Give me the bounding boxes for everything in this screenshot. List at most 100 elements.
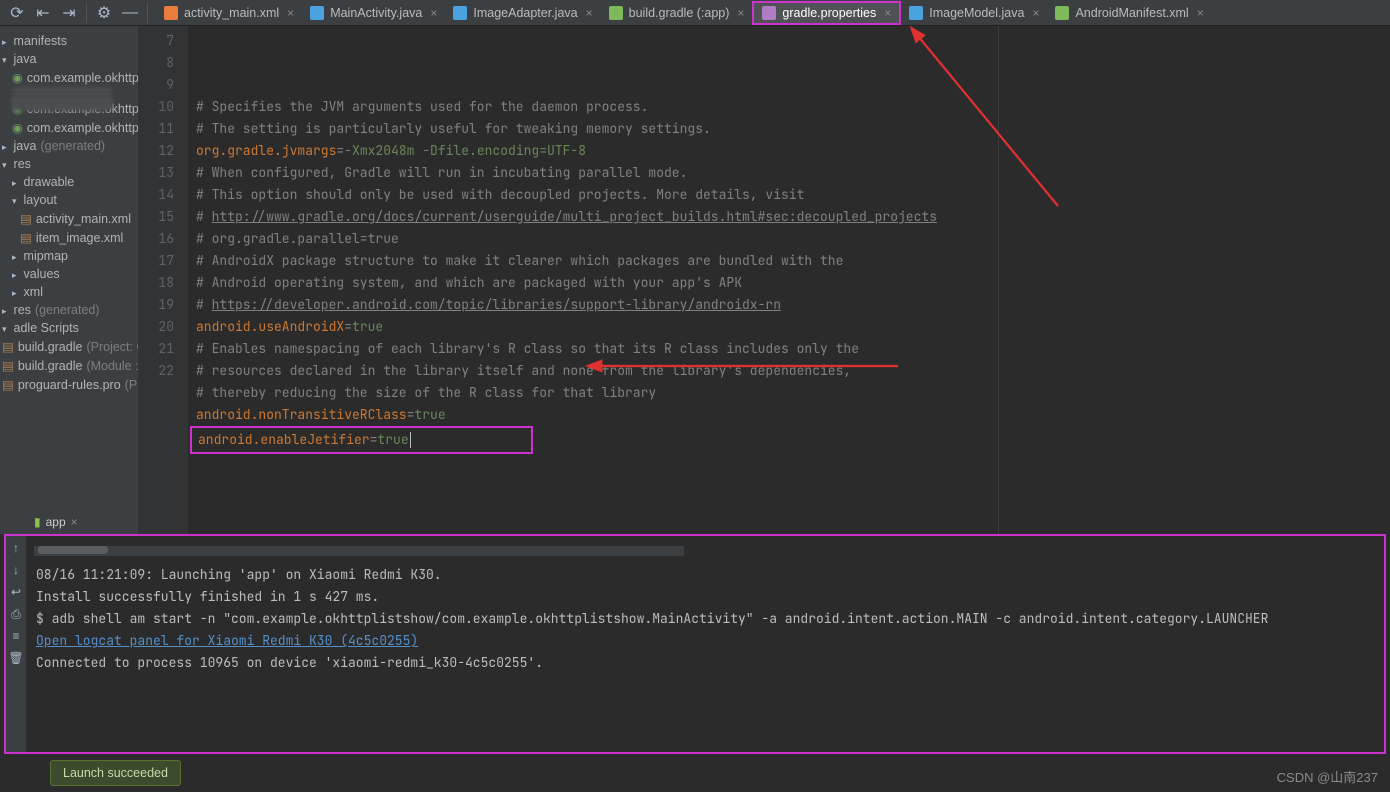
properties-icon [762,6,776,20]
gear-icon[interactable]: ⚙ [91,1,117,25]
scrollbar-horizontal[interactable] [34,546,684,556]
tree-node[interactable]: ◉com.example.okhttp [0,118,138,137]
run-tab-chip[interactable]: ▮ app × [28,513,84,531]
project-tree[interactable]: manifestsjava◉com.example.okhttp◉com.exa… [0,26,138,534]
close-icon[interactable]: × [428,6,437,20]
code-line[interactable]: android.useAndroidX=true [196,316,1390,338]
minimize-icon[interactable]: — [117,1,143,25]
close-icon[interactable]: × [1195,6,1204,20]
close-icon[interactable]: × [584,6,593,20]
code-line[interactable]: org.gradle.jvmargs=-Xmx2048m -Dfile.enco… [196,140,1390,162]
main-body: manifestsjava◉com.example.okhttp◉com.exa… [0,26,1390,534]
tree-node[interactable]: layout [0,191,138,209]
tab-gradle-properties[interactable]: gradle.properties× [752,1,901,25]
filter-icon[interactable]: ≡ [8,628,24,644]
line-number: 17 [138,250,174,272]
sync-icon[interactable]: ⟳ [4,1,30,25]
folder-icon [12,175,20,189]
folder-icon [12,285,20,299]
line-number: 14 [138,184,174,206]
close-icon[interactable]: × [71,515,78,529]
code-line[interactable]: # thereby reducing the size of the R cla… [196,382,1390,404]
close-icon[interactable]: × [285,6,294,20]
tree-label: proguard-rules.pro [18,378,121,392]
up-icon[interactable]: ↑ [8,540,24,556]
code-line[interactable]: # resources declared in the library itse… [196,360,1390,382]
package-icon: ◉ [12,70,23,85]
tab-label: activity_main.xml [184,6,279,20]
link[interactable]: http://www.gradle.org/docs/current/userg… [212,208,937,225]
output-line: 08/16 11:21:09: Launching 'app' on Xiaom… [36,564,1374,586]
tree-node[interactable]: ▤item_image.xml [0,228,138,247]
tree-node[interactable]: res [0,155,138,173]
line-number: 15 [138,206,174,228]
tree-node[interactable]: ▤activity_main.xml [0,209,138,228]
close-icon[interactable]: × [1030,6,1039,20]
down-icon[interactable]: ↓ [8,562,24,578]
close-icon[interactable]: × [735,6,744,20]
tab-mainactivity-java[interactable]: MainActivity.java× [302,1,445,25]
tree-label: values [24,267,60,281]
package-icon: ◉ [12,120,23,135]
code-line[interactable]: # AndroidX package structure to make it … [196,250,1390,272]
tree-node[interactable]: java (generated) [0,137,138,155]
tree-node[interactable]: ▤build.gradle (Project: Ok [0,337,138,356]
code-editor[interactable]: # Specifies the JVM arguments used for t… [188,26,1390,534]
trash-icon[interactable]: 🗑 [8,650,24,666]
code-line[interactable]: # When configured, Gradle will run in in… [196,162,1390,184]
line-number: 18 [138,272,174,294]
run-output[interactable]: 08/16 11:21:09: Launching 'app' on Xiaom… [26,536,1384,752]
tree-label: layout [24,193,57,207]
tree-node[interactable]: drawable [0,173,138,191]
code-line[interactable]: # The setting is particularly useful for… [196,118,1390,140]
tree-node[interactable]: mipmap [0,247,138,265]
tree-node[interactable]: values [0,265,138,283]
tab-label: ImageModel.java [929,6,1024,20]
output-line: $ adb shell am start -n "com.example.okh… [36,608,1374,630]
tree-node[interactable]: manifests [0,32,138,50]
code-line[interactable]: # org.gradle.parallel=true [196,228,1390,250]
logcat-link[interactable]: Open logcat panel for Xiaomi Redmi K30 (… [36,632,418,649]
tree-node[interactable] [0,95,138,99]
line-number: 12 [138,140,174,162]
tree-node[interactable]: ▤proguard-rules.pro (Pro [0,375,138,394]
tree-node[interactable]: ◉com.example.okhttp [0,68,138,87]
tree-node[interactable]: xml [0,283,138,301]
tab-activity-main-xml[interactable]: activity_main.xml × [156,1,302,25]
tree-node[interactable]: res (generated) [0,301,138,319]
close-icon[interactable]: × [882,6,891,20]
link[interactable]: https://developer.android.com/topic/libr… [212,296,781,313]
java-icon [310,6,324,20]
wrap-icon[interactable]: ↩ [8,584,24,600]
line-number: 20 [138,316,174,338]
tab-imageadapter-java[interactable]: ImageAdapter.java× [445,1,600,25]
code-line[interactable]: # Specifies the JVM arguments used for t… [196,96,1390,118]
code-line[interactable]: # https://developer.android.com/topic/li… [196,294,1390,316]
tree-suffix: (generated) [40,139,105,153]
code-line[interactable]: # http://www.gradle.org/docs/current/use… [196,206,1390,228]
print-icon[interactable]: ⎙ [8,606,24,622]
line-number: 16 [138,228,174,250]
folder-icon [2,139,10,153]
separator [147,3,148,23]
indent-left-icon[interactable]: ⇤ [30,1,56,25]
code-line[interactable]: android.nonTransitiveRClass=true [196,404,1390,426]
code-line[interactable]: # This option should only be used with d… [196,184,1390,206]
file-icon: ▤ [2,339,14,354]
tree-node[interactable]: java [0,50,138,68]
tree-node[interactable]: adle Scripts [0,319,138,337]
java-icon [909,6,923,20]
tree-node[interactable]: ▤build.gradle (Module :a [0,356,138,375]
output-line: Open logcat panel for Xiaomi Redmi K30 (… [36,630,1374,652]
tab-androidmanifest-xml[interactable]: AndroidManifest.xml× [1047,1,1211,25]
indent-right-icon[interactable]: ⇥ [56,1,82,25]
tab-imagemodel-java[interactable]: ImageModel.java × [901,1,1047,25]
folder-icon [12,249,20,263]
tab-build-gradle-app-[interactable]: build.gradle (:app) × [601,1,753,25]
code-line[interactable]: # Enables namespacing of each library's … [196,338,1390,360]
tree-label: java [14,139,37,153]
launch-balloon[interactable]: Launch succeeded [50,760,181,786]
code-line[interactable]: android.enableJetifier=true [196,426,1390,454]
tab-label: build.gradle (:app) [629,6,730,20]
code-line[interactable]: # Android operating system, and which ar… [196,272,1390,294]
